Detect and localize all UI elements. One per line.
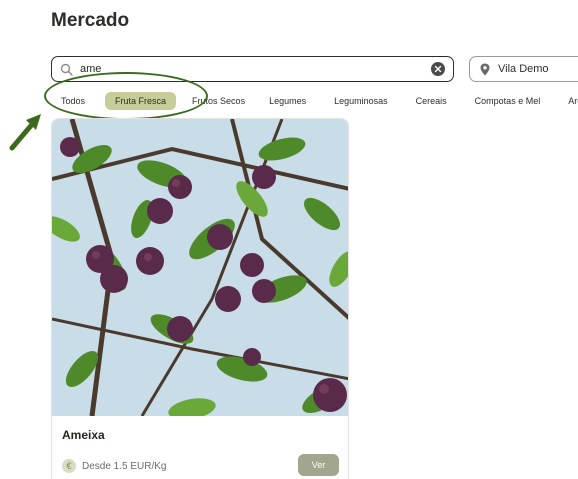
page-title: Mercado xyxy=(51,10,130,31)
category-leguminosas[interactable]: Leguminosas xyxy=(324,92,398,110)
category-filter-bar: Todos Fruta Fresca Frutos Secos Legumes … xyxy=(51,90,578,112)
product-name: Ameixa xyxy=(62,428,105,442)
product-image xyxy=(52,119,348,416)
category-compotas-e-mel[interactable]: Compotas e Mel xyxy=(465,92,551,110)
view-product-button[interactable]: Ver xyxy=(298,454,339,476)
category-legumes[interactable]: Legumes xyxy=(259,92,316,110)
product-price-row: € Desde 1.5 EUR/Kg xyxy=(62,459,167,473)
search-input[interactable] xyxy=(80,63,431,75)
category-fruta-fresca[interactable]: Fruta Fresca xyxy=(105,92,177,110)
location-label: Vila Demo xyxy=(498,63,549,75)
product-card[interactable]: Ameixa € Desde 1.5 EUR/Kg Ver xyxy=(51,118,349,479)
product-price: Desde 1.5 EUR/Kg xyxy=(82,460,167,472)
search-field[interactable] xyxy=(51,56,454,82)
category-cereais[interactable]: Cereais xyxy=(406,92,457,110)
search-icon xyxy=(60,62,74,76)
category-frutos-secos[interactable]: Frutos Secos xyxy=(182,92,255,110)
euro-icon: € xyxy=(62,459,76,473)
clear-icon[interactable] xyxy=(431,62,445,76)
category-aromaticas[interactable]: Arom xyxy=(558,92,578,110)
annotation-arrow-icon xyxy=(9,114,41,151)
location-pin-icon xyxy=(480,62,492,76)
category-todos[interactable]: Todos xyxy=(51,92,95,110)
location-selector[interactable]: Vila Demo xyxy=(469,56,578,82)
